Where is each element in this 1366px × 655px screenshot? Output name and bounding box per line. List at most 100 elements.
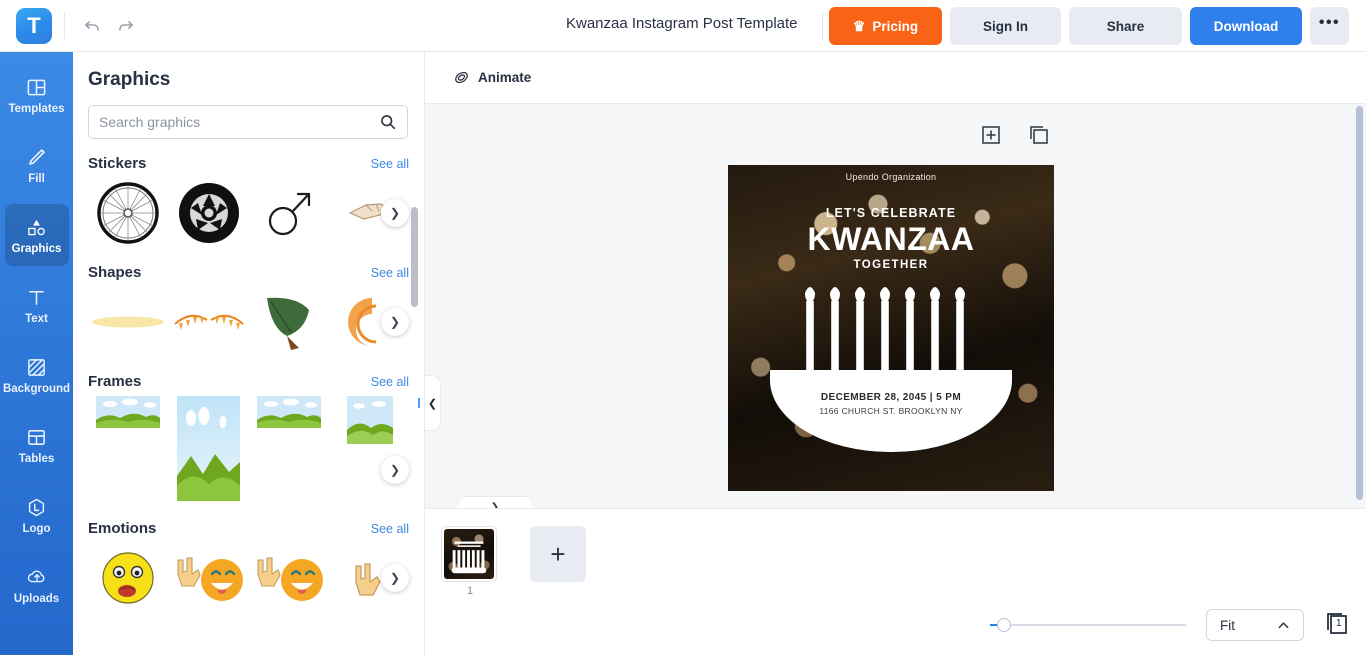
zoom-slider[interactable] bbox=[990, 617, 1186, 633]
graphic-item-landscape-tall[interactable] bbox=[169, 396, 250, 501]
undo-arrow-icon bbox=[85, 20, 99, 31]
text-t-icon bbox=[26, 285, 47, 309]
search-icon[interactable] bbox=[379, 113, 397, 131]
design-headline[interactable]: KWANZAA bbox=[728, 221, 1054, 258]
zoom-fit-label: Fit bbox=[1220, 617, 1235, 633]
graphic-item-yellow-ellipse[interactable] bbox=[88, 287, 169, 357]
rail-label-logo: Logo bbox=[22, 523, 51, 535]
graphic-item-rock-on-grin-2[interactable] bbox=[249, 543, 330, 613]
green-leaf-icon bbox=[267, 297, 310, 350]
see-all-stickers[interactable]: See all bbox=[371, 157, 409, 171]
crown-icon: ♛ bbox=[852, 17, 866, 34]
page-thumbnail-1[interactable] bbox=[441, 526, 497, 582]
more-options-button[interactable]: ••• bbox=[1310, 7, 1349, 45]
landscape-tall-icon bbox=[177, 396, 241, 501]
title-divider bbox=[822, 12, 823, 40]
undo-button[interactable] bbox=[77, 11, 107, 41]
rail-item-templates[interactable]: Templates bbox=[5, 64, 69, 126]
chevron-left-icon: ❮ bbox=[427, 397, 438, 410]
shocked-face-icon bbox=[102, 552, 154, 604]
graphic-item-landscape-wide[interactable] bbox=[88, 396, 169, 501]
zoom-slider-knob[interactable] bbox=[997, 618, 1011, 632]
rail-item-uploads[interactable]: Uploads bbox=[5, 554, 69, 616]
design-pre-headline[interactable]: LET'S CELEBRATE bbox=[728, 206, 1054, 220]
app-logo-letter: T bbox=[27, 12, 41, 38]
design-post-headline[interactable]: TOGETHER bbox=[728, 259, 1054, 271]
panel-scrollbar[interactable] bbox=[411, 207, 418, 307]
section-row-frames: ❯ bbox=[88, 396, 410, 504]
see-all-shapes[interactable]: See all bbox=[371, 266, 409, 280]
left-rail: Templates Fill Graphics Text Background … bbox=[0, 52, 73, 655]
see-all-frames[interactable]: See all bbox=[371, 375, 409, 389]
design-date[interactable]: DECEMBER 28, 2045 | 5 PM bbox=[728, 392, 1054, 403]
graphic-item-rock-on-grin[interactable] bbox=[169, 543, 250, 613]
share-button[interactable]: Share bbox=[1069, 7, 1182, 45]
shapes-icon bbox=[26, 215, 47, 239]
toolbar-divider bbox=[64, 12, 65, 39]
rail-item-graphics[interactable]: Graphics bbox=[4, 204, 69, 266]
graphic-item-green-leaf[interactable] bbox=[249, 287, 330, 357]
frames-next-button[interactable]: ❯ bbox=[381, 456, 409, 484]
add-page-tile[interactable]: + bbox=[530, 526, 586, 582]
emotions-next-button[interactable]: ❯ bbox=[381, 564, 409, 592]
car-tire-icon bbox=[178, 183, 239, 243]
section-title-stickers: Stickers bbox=[88, 155, 147, 172]
mars-symbol-icon bbox=[269, 192, 311, 236]
share-label: Share bbox=[1106, 18, 1145, 34]
rail-label-fill: Fill bbox=[28, 173, 45, 185]
document-title[interactable]: Kwanzaa Instagram Post Template bbox=[566, 15, 798, 32]
rock-on-grin-2-icon bbox=[257, 557, 324, 601]
duplicate-page-button[interactable] bbox=[1028, 124, 1050, 146]
section-title-shapes: Shapes bbox=[88, 264, 142, 281]
graphic-item-mars-symbol[interactable] bbox=[249, 178, 330, 248]
bicycle-wheel-icon bbox=[97, 182, 159, 244]
pages-bar: 1 + Fit 1 bbox=[425, 508, 1366, 655]
canvas-tools bbox=[980, 124, 1050, 146]
graphic-item-landscape-wide-2[interactable] bbox=[249, 396, 330, 501]
download-button[interactable]: Download bbox=[1190, 7, 1302, 45]
section-header-stickers: Stickers See all bbox=[88, 155, 409, 172]
graphic-item-shocked-face[interactable] bbox=[88, 543, 169, 613]
animate-toolbar: Animate bbox=[425, 52, 1366, 104]
design-address[interactable]: 1166 CHURCH ST. BROOKLYN NY bbox=[728, 406, 1054, 416]
redo-button[interactable] bbox=[111, 11, 141, 41]
rail-item-text[interactable]: Text bbox=[5, 274, 69, 336]
graphic-item-bicycle-wheel[interactable] bbox=[88, 178, 169, 248]
sign-in-label: Sign In bbox=[983, 18, 1028, 34]
rail-item-logo[interactable]: Logo bbox=[5, 484, 69, 546]
app-logo[interactable]: T bbox=[16, 7, 52, 44]
download-label: Download bbox=[1213, 18, 1279, 34]
see-all-emotions[interactable]: See all bbox=[371, 522, 409, 536]
stickers-next-button[interactable]: ❯ bbox=[381, 199, 409, 227]
shapes-next-button[interactable]: ❯ bbox=[381, 308, 409, 336]
zoom-fit-select[interactable]: Fit bbox=[1206, 609, 1304, 641]
canvas-scrollbar[interactable] bbox=[1356, 106, 1363, 500]
sign-in-button[interactable]: Sign In bbox=[950, 7, 1061, 45]
page-count-button[interactable]: 1 bbox=[1324, 612, 1350, 638]
animate-button[interactable]: Animate bbox=[453, 69, 531, 86]
section-row-emotions: ❯ bbox=[88, 543, 410, 613]
landscape-wide-icon bbox=[96, 396, 161, 428]
upload-cloud-icon bbox=[26, 565, 48, 589]
design-canvas[interactable]: Upendo Organization LET'S CELEBRATE KWAN… bbox=[728, 165, 1054, 491]
rail-label-graphics: Graphics bbox=[11, 243, 62, 255]
panel-title: Graphics bbox=[88, 69, 171, 90]
rail-item-fill[interactable]: Fill bbox=[5, 134, 69, 196]
zoom-slider-track bbox=[990, 624, 1186, 626]
animate-label: Animate bbox=[478, 70, 532, 85]
graphic-item-landscape-square[interactable] bbox=[330, 396, 411, 501]
rail-item-background[interactable]: Background bbox=[3, 344, 70, 406]
page-count-value: 1 bbox=[1336, 618, 1342, 629]
thumbnail-candles-icon bbox=[451, 541, 487, 574]
canvas-area[interactable]: Upendo Organization LET'S CELEBRATE KWAN… bbox=[425, 104, 1366, 508]
search-graphics-field[interactable] bbox=[88, 105, 408, 139]
collapse-panel-button[interactable]: ❮ bbox=[425, 375, 441, 431]
pricing-button[interactable]: ♛ Pricing bbox=[829, 7, 942, 45]
add-page-button[interactable] bbox=[980, 124, 1002, 146]
rail-item-tables[interactable]: Tables bbox=[5, 414, 69, 476]
design-organization[interactable]: Upendo Organization bbox=[728, 172, 1054, 182]
graphic-item-car-tire[interactable] bbox=[169, 178, 250, 248]
search-input[interactable] bbox=[99, 114, 379, 130]
rail-label-uploads: Uploads bbox=[13, 593, 60, 605]
graphic-item-orange-garland[interactable] bbox=[169, 287, 250, 357]
